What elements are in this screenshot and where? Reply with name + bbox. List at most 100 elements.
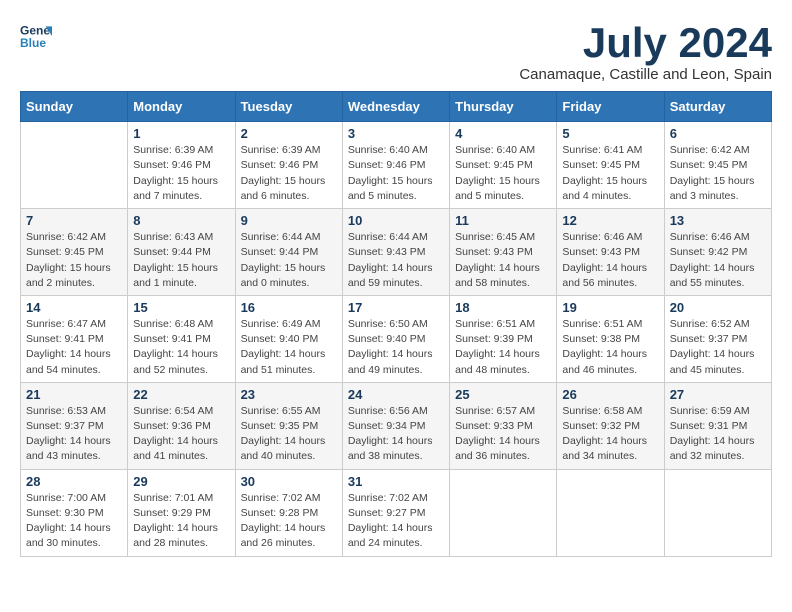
day-detail: Sunrise: 6:40 AM Sunset: 9:46 PM Dayligh…	[348, 143, 444, 204]
day-detail: Sunrise: 6:48 AM Sunset: 9:41 PM Dayligh…	[133, 317, 229, 378]
calendar-body: 1 Sunrise: 6:39 AM Sunset: 9:46 PM Daylig…	[21, 122, 772, 556]
day-number: 29	[133, 474, 229, 489]
month-year-title: July 2024	[519, 20, 772, 66]
day-number: 10	[348, 213, 444, 228]
weekday-header-row: SundayMondayTuesdayWednesdayThursdayFrid…	[21, 92, 772, 122]
calendar-cell: 5Sunrise: 6:41 AM Sunset: 9:45 PM Daylig…	[557, 122, 664, 209]
calendar-week-3: 14Sunrise: 6:47 AM Sunset: 9:41 PM Dayli…	[21, 295, 772, 382]
calendar-cell: 26 Sunrise: 6:58 AM Sunset: 9:32 PM Dayli…	[557, 382, 664, 469]
day-number: 6	[670, 126, 766, 141]
calendar-cell: 28 Sunrise: 7:00 AM Sunset: 9:30 PM Dayli…	[21, 469, 128, 556]
calendar-cell	[664, 469, 771, 556]
calendar-cell: 21Sunrise: 6:53 AM Sunset: 9:37 PM Dayli…	[21, 382, 128, 469]
location-subtitle: Canamaque, Castille and Leon, Spain	[519, 66, 772, 83]
day-number: 12	[562, 213, 658, 228]
calendar-cell	[557, 469, 664, 556]
title-area: July 2024 Canamaque, Castille and Leon, …	[519, 20, 772, 83]
day-detail: Sunrise: 6:51 AM Sunset: 9:39 PM Dayligh…	[455, 317, 551, 378]
day-number: 30	[241, 474, 337, 489]
day-number: 25	[455, 387, 551, 402]
day-number: 26	[562, 387, 658, 402]
day-detail: Sunrise: 6:41 AM Sunset: 9:45 PM Dayligh…	[562, 143, 658, 204]
calendar-cell: 7 Sunrise: 6:42 AM Sunset: 9:45 PM Daylig…	[21, 209, 128, 296]
calendar-cell: 27 Sunrise: 6:59 AM Sunset: 9:31 PM Dayli…	[664, 382, 771, 469]
calendar-cell: 18 Sunrise: 6:51 AM Sunset: 9:39 PM Dayli…	[450, 295, 557, 382]
calendar-cell: 20 Sunrise: 6:52 AM Sunset: 9:37 PM Dayli…	[664, 295, 771, 382]
day-detail: Sunrise: 6:39 AM Sunset: 9:46 PM Dayligh…	[133, 143, 229, 204]
day-detail: Sunrise: 6:58 AM Sunset: 9:32 PM Dayligh…	[562, 404, 658, 465]
calendar-cell: 8 Sunrise: 6:43 AM Sunset: 9:44 PM Daylig…	[128, 209, 235, 296]
weekday-header-monday: Monday	[128, 92, 235, 122]
calendar-cell: 12 Sunrise: 6:46 AM Sunset: 9:43 PM Dayli…	[557, 209, 664, 296]
day-number: 3	[348, 126, 444, 141]
calendar-cell: 2Sunrise: 6:39 AM Sunset: 9:46 PM Daylig…	[235, 122, 342, 209]
weekday-header-sunday: Sunday	[21, 92, 128, 122]
day-detail: Sunrise: 7:00 AM Sunset: 9:30 PM Dayligh…	[26, 491, 122, 552]
day-detail: Sunrise: 6:54 AM Sunset: 9:36 PM Dayligh…	[133, 404, 229, 465]
calendar-cell: 3 Sunrise: 6:40 AM Sunset: 9:46 PM Daylig…	[342, 122, 449, 209]
calendar-cell: 11 Sunrise: 6:45 AM Sunset: 9:43 PM Dayli…	[450, 209, 557, 296]
calendar-cell: 29Sunrise: 7:01 AM Sunset: 9:29 PM Dayli…	[128, 469, 235, 556]
calendar-cell: 9 Sunrise: 6:44 AM Sunset: 9:44 PM Daylig…	[235, 209, 342, 296]
calendar-cell: 15 Sunrise: 6:48 AM Sunset: 9:41 PM Dayli…	[128, 295, 235, 382]
day-detail: Sunrise: 6:44 AM Sunset: 9:44 PM Dayligh…	[241, 230, 337, 291]
logo: General Blue	[20, 20, 52, 52]
calendar-cell: 10 Sunrise: 6:44 AM Sunset: 9:43 PM Dayli…	[342, 209, 449, 296]
calendar-cell: 31 Sunrise: 7:02 AM Sunset: 9:27 PM Dayli…	[342, 469, 449, 556]
day-number: 27	[670, 387, 766, 402]
day-number: 22	[133, 387, 229, 402]
day-number: 24	[348, 387, 444, 402]
calendar-cell: 19 Sunrise: 6:51 AM Sunset: 9:38 PM Dayli…	[557, 295, 664, 382]
calendar-cell	[450, 469, 557, 556]
day-detail: Sunrise: 6:55 AM Sunset: 9:35 PM Dayligh…	[241, 404, 337, 465]
day-number: 8	[133, 213, 229, 228]
day-number: 20	[670, 300, 766, 315]
day-detail: Sunrise: 6:53 AM Sunset: 9:37 PM Dayligh…	[26, 404, 122, 465]
day-detail: Sunrise: 6:59 AM Sunset: 9:31 PM Dayligh…	[670, 404, 766, 465]
calendar-cell: 4Sunrise: 6:40 AM Sunset: 9:45 PM Daylig…	[450, 122, 557, 209]
day-number: 14	[26, 300, 122, 315]
calendar-cell: 6Sunrise: 6:42 AM Sunset: 9:45 PM Daylig…	[664, 122, 771, 209]
svg-text:Blue: Blue	[20, 36, 46, 50]
calendar-cell: 14Sunrise: 6:47 AM Sunset: 9:41 PM Dayli…	[21, 295, 128, 382]
calendar-header: SundayMondayTuesdayWednesdayThursdayFrid…	[21, 92, 772, 122]
day-detail: Sunrise: 6:46 AM Sunset: 9:42 PM Dayligh…	[670, 230, 766, 291]
calendar-cell: 1 Sunrise: 6:39 AM Sunset: 9:46 PM Daylig…	[128, 122, 235, 209]
day-number: 15	[133, 300, 229, 315]
day-detail: Sunrise: 7:02 AM Sunset: 9:27 PM Dayligh…	[348, 491, 444, 552]
day-detail: Sunrise: 6:39 AM Sunset: 9:46 PM Dayligh…	[241, 143, 337, 204]
calendar-cell: 25Sunrise: 6:57 AM Sunset: 9:33 PM Dayli…	[450, 382, 557, 469]
day-number: 18	[455, 300, 551, 315]
day-number: 16	[241, 300, 337, 315]
calendar-week-5: 28 Sunrise: 7:00 AM Sunset: 9:30 PM Dayli…	[21, 469, 772, 556]
page-header: General Blue July 2024 Canamaque, Castil…	[20, 20, 772, 83]
day-detail: Sunrise: 6:50 AM Sunset: 9:40 PM Dayligh…	[348, 317, 444, 378]
day-number: 9	[241, 213, 337, 228]
logo-icon: General Blue	[20, 20, 52, 52]
calendar-cell: 22 Sunrise: 6:54 AM Sunset: 9:36 PM Dayli…	[128, 382, 235, 469]
day-detail: Sunrise: 6:45 AM Sunset: 9:43 PM Dayligh…	[455, 230, 551, 291]
calendar-week-1: 1 Sunrise: 6:39 AM Sunset: 9:46 PM Daylig…	[21, 122, 772, 209]
svg-text:General: General	[20, 23, 52, 37]
day-number: 17	[348, 300, 444, 315]
day-number: 28	[26, 474, 122, 489]
day-detail: Sunrise: 6:52 AM Sunset: 9:37 PM Dayligh…	[670, 317, 766, 378]
day-detail: Sunrise: 6:56 AM Sunset: 9:34 PM Dayligh…	[348, 404, 444, 465]
day-detail: Sunrise: 6:42 AM Sunset: 9:45 PM Dayligh…	[26, 230, 122, 291]
calendar-cell: 30Sunrise: 7:02 AM Sunset: 9:28 PM Dayli…	[235, 469, 342, 556]
day-detail: Sunrise: 6:49 AM Sunset: 9:40 PM Dayligh…	[241, 317, 337, 378]
day-number: 23	[241, 387, 337, 402]
calendar-cell: 16 Sunrise: 6:49 AM Sunset: 9:40 PM Dayli…	[235, 295, 342, 382]
day-number: 31	[348, 474, 444, 489]
day-detail: Sunrise: 6:43 AM Sunset: 9:44 PM Dayligh…	[133, 230, 229, 291]
day-number: 11	[455, 213, 551, 228]
day-number: 19	[562, 300, 658, 315]
day-detail: Sunrise: 6:46 AM Sunset: 9:43 PM Dayligh…	[562, 230, 658, 291]
calendar-cell: 13Sunrise: 6:46 AM Sunset: 9:42 PM Dayli…	[664, 209, 771, 296]
day-detail: Sunrise: 6:51 AM Sunset: 9:38 PM Dayligh…	[562, 317, 658, 378]
weekday-header-wednesday: Wednesday	[342, 92, 449, 122]
day-detail: Sunrise: 6:40 AM Sunset: 9:45 PM Dayligh…	[455, 143, 551, 204]
day-number: 1	[133, 126, 229, 141]
day-detail: Sunrise: 6:44 AM Sunset: 9:43 PM Dayligh…	[348, 230, 444, 291]
day-number: 7	[26, 213, 122, 228]
